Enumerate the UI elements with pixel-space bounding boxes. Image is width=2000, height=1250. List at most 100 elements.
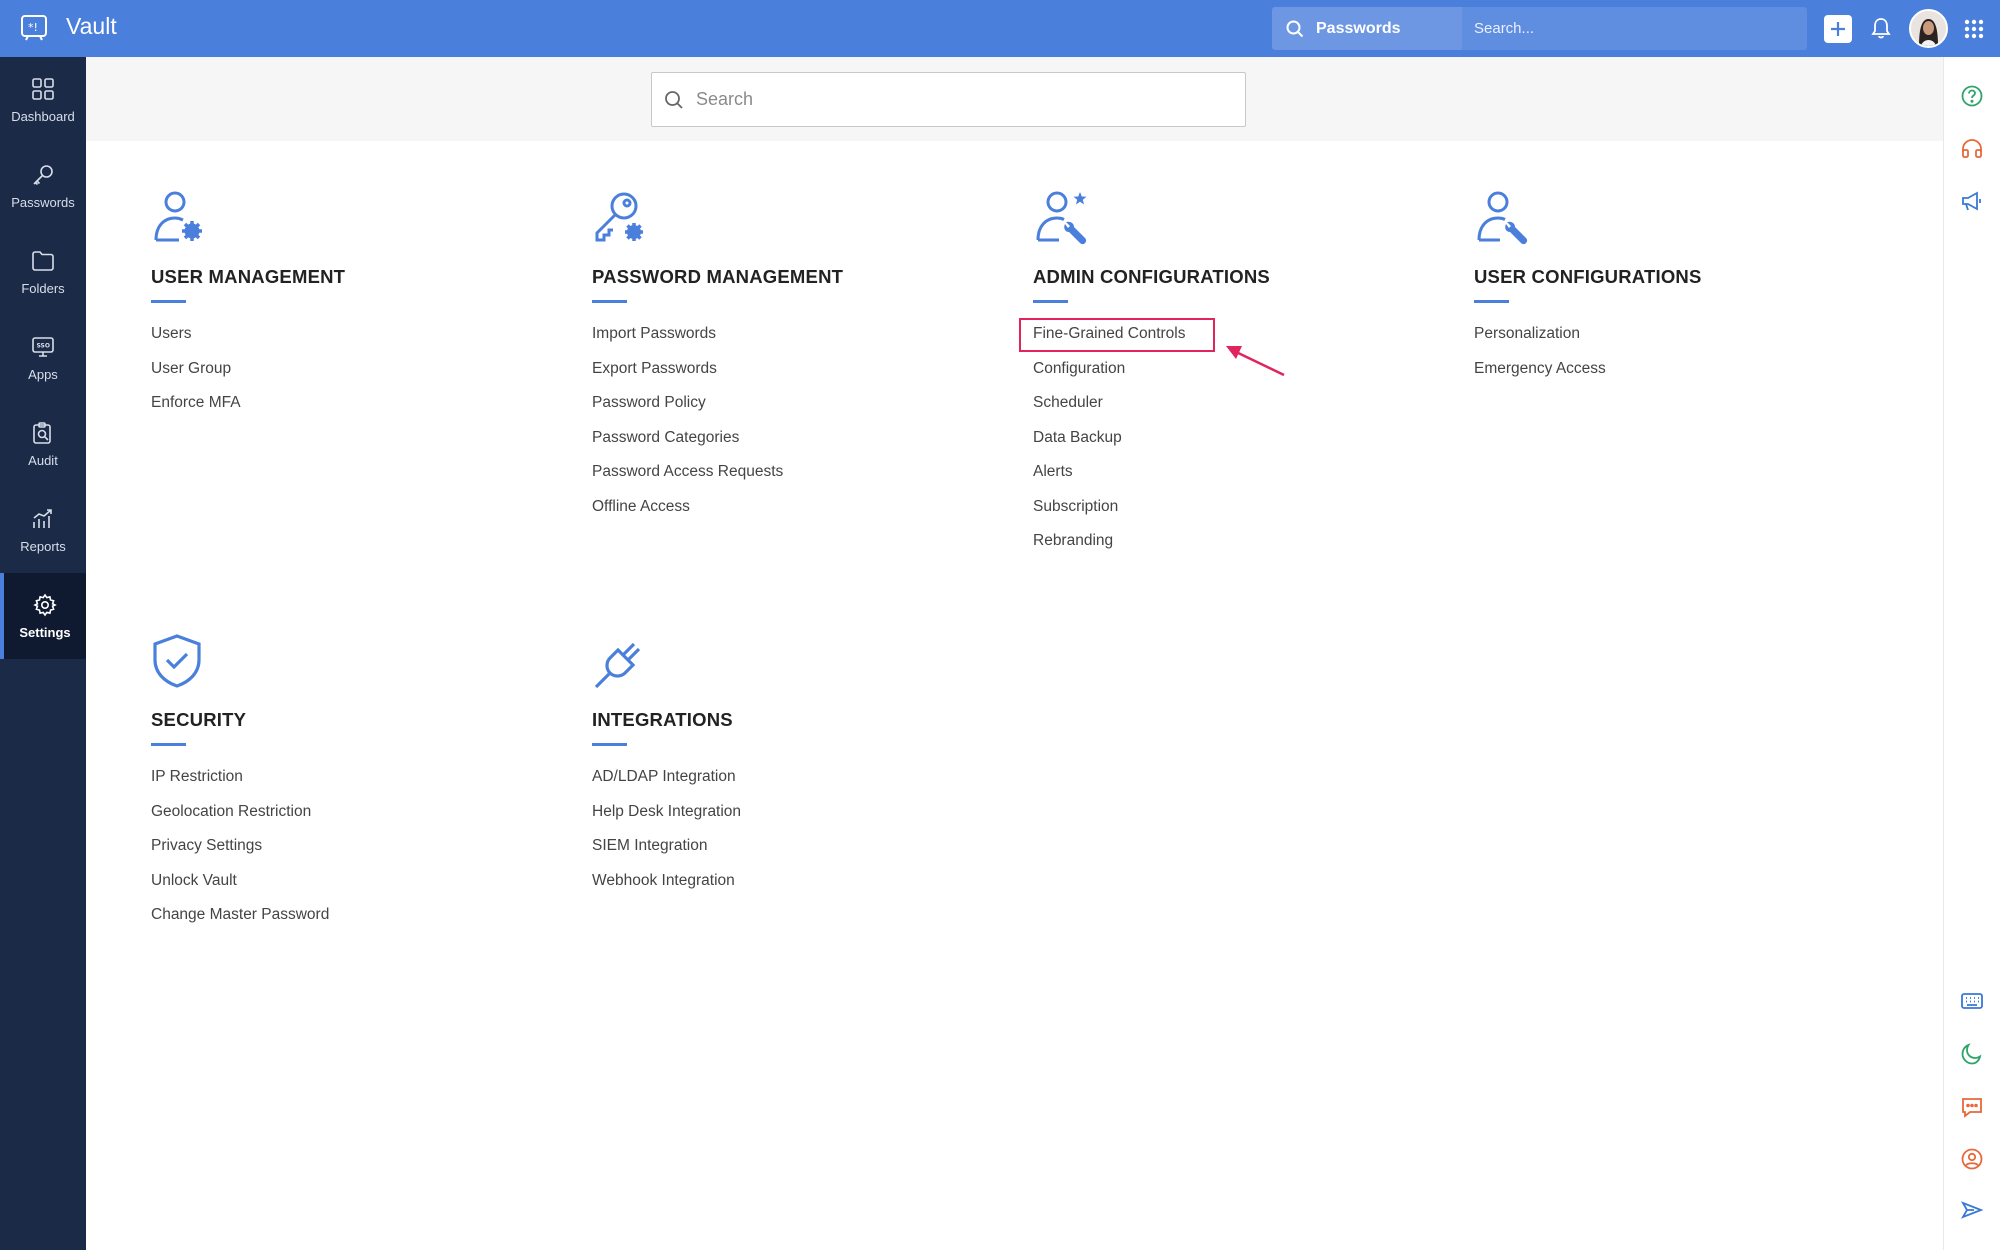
list-item: Password Policy: [592, 394, 783, 429]
settings-link-user-group[interactable]: User Group: [151, 360, 231, 377]
settings-link-rebranding[interactable]: Rebranding: [1033, 532, 1113, 549]
reports-icon: [33, 508, 52, 528]
sidebar-item-label: Folders: [21, 280, 65, 296]
list-item: Webhook Integration: [592, 872, 741, 907]
key-icon: [33, 164, 53, 185]
sidebar-item-dashboard[interactable]: Dashboard: [0, 57, 86, 143]
app-launcher-button[interactable]: [1964, 19, 1984, 44]
settings-link-password-categories[interactable]: Password Categories: [592, 429, 739, 446]
list-item: Enforce MFA: [151, 394, 241, 429]
section-underline: [1033, 300, 1068, 303]
shield-check-icon: [153, 634, 201, 688]
contact-icon[interactable]: [1960, 1147, 1984, 1171]
section-title: INTEGRATIONS: [592, 709, 733, 730]
settings-link-password-access-requests[interactable]: Password Access Requests: [592, 463, 783, 480]
list-item: Import Passwords: [592, 325, 783, 360]
global-search[interactable]: [1462, 7, 1807, 50]
sso-icon: SSO: [32, 336, 54, 357]
settings-link-emergency-access[interactable]: Emergency Access: [1474, 360, 1606, 377]
list-item: Offline Access: [592, 498, 783, 533]
settings-link-unlock-vault[interactable]: Unlock Vault: [151, 872, 237, 889]
settings-link-configuration[interactable]: Configuration: [1033, 360, 1125, 377]
chat-icon[interactable]: [1960, 1095, 1984, 1119]
section-underline: [592, 743, 627, 746]
list-item: Rebranding: [1033, 532, 1185, 567]
moon-icon[interactable]: [1960, 1042, 1984, 1066]
sidebar-item-label: Passwords: [11, 194, 75, 210]
settings-link-subscription[interactable]: Subscription: [1033, 498, 1118, 515]
link-list: Import Passwords Export Passwords Passwo…: [592, 325, 783, 532]
sidebar-item-apps[interactable]: SSO Apps: [0, 315, 86, 401]
settings-link-geolocation-restriction[interactable]: Geolocation Restriction: [151, 803, 311, 820]
section-underline: [1474, 300, 1509, 303]
global-search-input[interactable]: [1474, 20, 1807, 37]
sidebar-item-settings[interactable]: Settings: [0, 573, 86, 659]
settings-link-data-backup[interactable]: Data Backup: [1033, 429, 1122, 446]
dashboard-icon: [32, 77, 54, 100]
search-scope-dropdown[interactable]: Passwords: [1272, 7, 1462, 50]
list-item: Personalization: [1474, 325, 1606, 360]
list-item: Users: [151, 325, 241, 360]
user-config-icon: [1477, 191, 1528, 245]
link-list: AD/LDAP Integration Help Desk Integratio…: [592, 768, 741, 906]
admin-config-icon: [1036, 191, 1087, 245]
section-title: SECURITY: [151, 709, 247, 730]
search-icon: [1286, 20, 1304, 37]
section-title: ADMIN CONFIGURATIONS: [1033, 266, 1270, 287]
settings-link-export-passwords[interactable]: Export Passwords: [592, 360, 717, 377]
list-item: Privacy Settings: [151, 837, 329, 872]
list-item: Emergency Access: [1474, 360, 1606, 395]
top-bar: *! Vault Passwords: [0, 0, 2000, 57]
headset-icon[interactable]: [1960, 137, 1984, 161]
settings-link-privacy-settings[interactable]: Privacy Settings: [151, 837, 262, 854]
send-icon[interactable]: [1960, 1199, 1984, 1223]
list-item: Data Backup: [1033, 429, 1185, 464]
key-settings-icon: [595, 192, 643, 242]
sidebar-item-reports[interactable]: Reports: [0, 487, 86, 573]
folder-icon: [32, 250, 54, 271]
sidebar-item-label: Reports: [20, 538, 66, 554]
sidebar-item-label: Apps: [28, 366, 58, 382]
settings-link-ip-restriction[interactable]: IP Restriction: [151, 768, 243, 785]
keyboard-icon[interactable]: [1960, 989, 1984, 1013]
settings-link-webhook-integration[interactable]: Webhook Integration: [592, 872, 735, 889]
megaphone-icon[interactable]: [1960, 189, 1984, 213]
link-list: IP Restriction Geolocation Restriction P…: [151, 768, 329, 941]
list-item: Unlock Vault: [151, 872, 329, 907]
user-settings-icon: [154, 191, 202, 242]
settings-link-password-policy[interactable]: Password Policy: [592, 394, 706, 411]
notifications-button[interactable]: [1871, 17, 1891, 44]
audit-icon: [33, 421, 51, 444]
settings-link-enforce-mfa[interactable]: Enforce MFA: [151, 394, 241, 411]
app-title: Vault: [66, 13, 117, 39]
settings-link-scheduler[interactable]: Scheduler: [1033, 394, 1103, 411]
gear-icon: [33, 593, 57, 616]
settings-link-import-passwords[interactable]: Import Passwords: [592, 325, 716, 342]
settings-link-siem-integration[interactable]: SIEM Integration: [592, 837, 707, 854]
sidebar-item-folders[interactable]: Folders: [0, 229, 86, 315]
settings-link-users[interactable]: Users: [151, 325, 191, 342]
settings-link-change-master-password[interactable]: Change Master Password: [151, 906, 329, 923]
settings-link-ad-ldap-integration[interactable]: AD/LDAP Integration: [592, 768, 736, 785]
right-rail: [1943, 57, 2000, 1250]
settings-search-input[interactable]: [696, 89, 1219, 110]
annotation-arrow-icon: [1226, 346, 1285, 377]
settings-link-help-desk-integration[interactable]: Help Desk Integration: [592, 803, 741, 820]
settings-link-offline-access[interactable]: Offline Access: [592, 498, 690, 515]
plug-icon: [594, 642, 641, 689]
list-item: Password Access Requests: [592, 463, 783, 498]
link-list: Personalization Emergency Access: [1474, 325, 1606, 394]
settings-link-personalization[interactable]: Personalization: [1474, 325, 1580, 342]
add-button[interactable]: [1824, 15, 1852, 43]
list-item: Geolocation Restriction: [151, 803, 329, 838]
settings-link-alerts[interactable]: Alerts: [1033, 463, 1073, 480]
list-item: SIEM Integration: [592, 837, 741, 872]
list-item: Change Master Password: [151, 906, 329, 941]
list-item: IP Restriction: [151, 768, 329, 803]
help-icon[interactable]: [1960, 84, 1984, 108]
vault-logo-icon[interactable]: *!: [20, 14, 48, 42]
avatar[interactable]: [1909, 9, 1948, 48]
sidebar-item-passwords[interactable]: Passwords: [0, 143, 86, 229]
sidebar-item-audit[interactable]: Audit: [0, 401, 86, 487]
settings-search[interactable]: [651, 72, 1246, 127]
